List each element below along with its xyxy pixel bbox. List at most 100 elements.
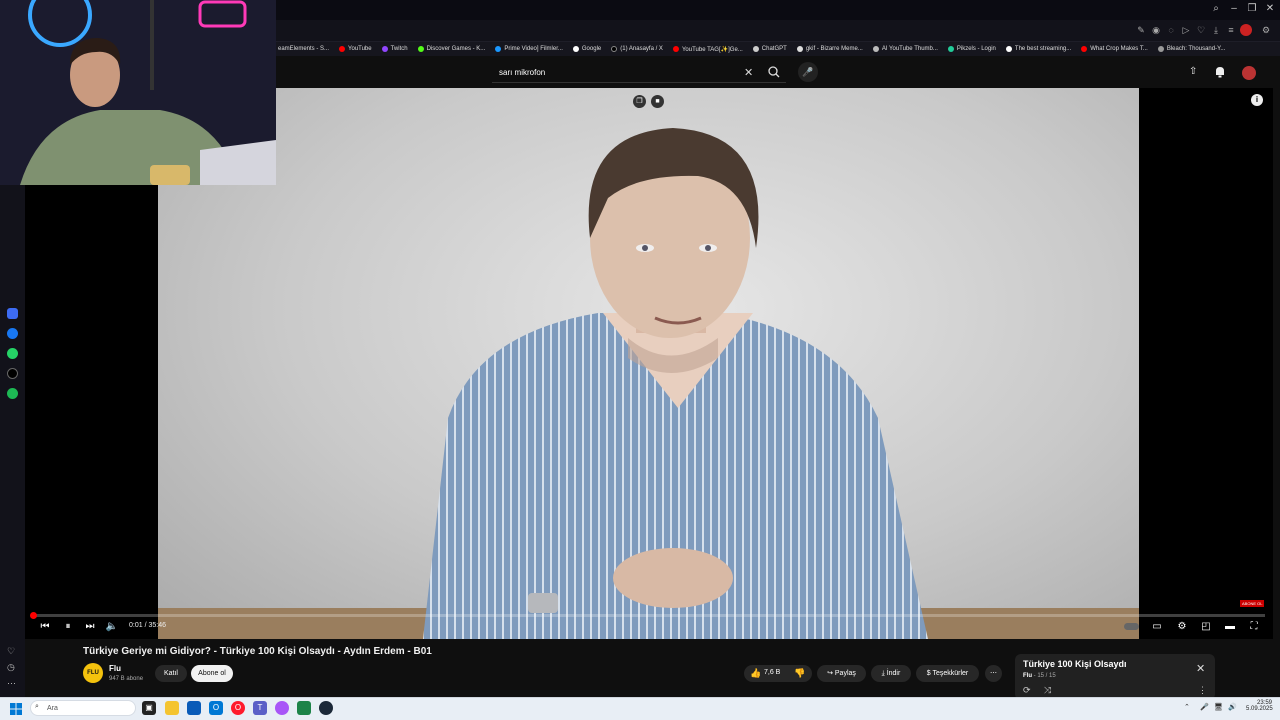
miniplayer-icon[interactable]: ◰	[1199, 620, 1213, 634]
download-label: İndir	[886, 670, 901, 677]
edit-icon[interactable]: ✎	[1135, 24, 1147, 36]
clock-date: 5.09.2025	[1246, 706, 1273, 712]
x-icon[interactable]	[7, 368, 18, 379]
previous-icon[interactable]: ⏮	[38, 620, 52, 634]
voice-search-icon[interactable]: 🎤	[798, 62, 818, 82]
volume-icon[interactable]: 🔈	[105, 620, 119, 634]
progress-bar[interactable]	[33, 614, 1265, 617]
windows-start-icon[interactable]	[10, 702, 22, 715]
bookmark-kick[interactable]: Discover Games - K...	[417, 46, 485, 52]
teams-icon[interactable]: T	[253, 701, 267, 715]
search-input[interactable]: sarı mikrofon	[492, 63, 786, 83]
upload-icon[interactable]: ⇧	[1189, 66, 1197, 77]
scrubber-handle[interactable]	[30, 612, 37, 619]
more-icon[interactable]: ⋯	[7, 678, 16, 689]
close-playlist-icon[interactable]: ✕	[1196, 662, 1205, 675]
join-button[interactable]: Katıl	[155, 665, 187, 682]
store-icon[interactable]	[187, 701, 201, 715]
playlist-menu-icon[interactable]: ⋮	[1198, 685, 1207, 696]
aria-icon[interactable]	[7, 308, 18, 319]
next-icon[interactable]: ⏭	[83, 620, 97, 634]
messenger-icon[interactable]	[7, 328, 18, 339]
search-icon[interactable]	[766, 64, 782, 80]
network-icon[interactable]: 🖥	[1214, 703, 1223, 711]
more-actions-icon[interactable]: ⋯	[985, 665, 1002, 682]
camera-icon[interactable]: ◉	[1150, 24, 1162, 36]
bookmark-x[interactable]: (1) Anasayfa / X	[611, 46, 663, 52]
copy-icon[interactable]: ❐	[633, 95, 646, 108]
spotify-icon[interactable]	[7, 388, 18, 399]
bookmark-ai-thumb[interactable]: AI YouTube Thumb...	[872, 46, 938, 52]
info-icon[interactable]: i	[1251, 94, 1263, 106]
settings-icon[interactable]: ⚙	[1175, 620, 1189, 634]
minimize-button[interactable]: –	[1226, 3, 1242, 14]
bookmark-twitch[interactable]: Twitch	[381, 46, 408, 52]
theater-mode-icon[interactable]: ▬	[1223, 620, 1237, 634]
pause-icon[interactable]: ⏸	[61, 620, 75, 634]
heart-icon[interactable]: ♡	[1195, 24, 1207, 36]
whatsapp-icon[interactable]	[7, 348, 18, 359]
file-explorer-icon[interactable]	[165, 701, 179, 715]
bookmark-streaming[interactable]: The best streaming...	[1005, 46, 1071, 52]
pikzels-icon	[947, 46, 954, 52]
clear-search-icon[interactable]: ✕	[744, 66, 753, 79]
app-icon[interactable]	[297, 701, 311, 715]
bookmark-label: Twitch	[390, 46, 408, 52]
thanks-button[interactable]: $ Teşekkürler	[916, 665, 979, 682]
like-icon[interactable]: 👍	[750, 668, 761, 679]
notifications-icon[interactable]	[1213, 65, 1227, 79]
profile-avatar[interactable]	[1240, 24, 1252, 36]
task-view-icon[interactable]: ▣	[142, 701, 156, 715]
bookmark-label: YouTube	[348, 46, 372, 52]
bookmark-pikzels[interactable]: Pikzels - Login	[947, 46, 996, 52]
tray-chevron-icon[interactable]: ⌃	[1184, 703, 1190, 711]
taskbar-search[interactable]: Ara	[30, 700, 136, 716]
copilot-icon[interactable]	[275, 701, 289, 715]
bookmark-chatgpt[interactable]: ChatGPT	[752, 46, 787, 52]
subscribe-badge[interactable]: ABONE OL	[1240, 600, 1265, 607]
subscribe-button[interactable]: Abone ol	[191, 665, 233, 682]
bookmark-streamelements[interactable]: eamElements - S...	[278, 46, 329, 52]
channel-avatar[interactable]: FLU	[83, 663, 103, 683]
bookmark-bleach[interactable]: Bleach: Thousand-Y...	[1157, 46, 1225, 52]
autoplay-toggle[interactable]	[1124, 623, 1139, 630]
outlook-icon[interactable]: O	[209, 701, 223, 715]
bookmark-prime-video[interactable]: Prime Video] Filmler...	[495, 46, 563, 52]
heart-icon[interactable]: ♡	[7, 646, 15, 657]
video-camera-icon[interactable]: ■	[651, 95, 664, 108]
history-icon[interactable]: ◷	[7, 662, 15, 673]
steam-icon[interactable]	[319, 701, 333, 715]
speaker-icon[interactable]: 🔊	[1228, 703, 1237, 711]
account-avatar[interactable]	[1242, 66, 1256, 80]
maximize-button[interactable]: ❐	[1244, 3, 1260, 14]
channel-name[interactable]: Flu	[109, 664, 121, 673]
video-frame[interactable]	[158, 88, 1139, 639]
bookmark-crop[interactable]: What Crop Makes T...	[1081, 46, 1148, 52]
dislike-icon[interactable]: 👎	[794, 668, 805, 679]
menu-icon[interactable]: ≡	[1225, 24, 1237, 36]
like-count[interactable]: 7,6 B	[764, 669, 780, 676]
microphone-icon[interactable]: 🎤	[1200, 703, 1209, 711]
subtitles-icon[interactable]: ▭	[1150, 620, 1164, 634]
play-icon[interactable]: ▷	[1180, 24, 1192, 36]
loop-icon[interactable]: ⟳	[1023, 685, 1031, 696]
gif-icon	[796, 46, 803, 52]
extension-icon[interactable]: ◌	[1165, 24, 1177, 36]
fullscreen-icon[interactable]: ⛶	[1247, 620, 1261, 634]
kick-icon	[417, 46, 424, 52]
share-button[interactable]: ↪ Paylaş	[817, 665, 866, 682]
opera-icon[interactable]: O	[231, 701, 245, 715]
download-icon[interactable]: ⤓	[1210, 24, 1222, 36]
bookmark-youtube[interactable]: YouTube	[339, 46, 372, 52]
webcam-image	[0, 0, 276, 185]
search-tabs-icon[interactable]: ⌕	[1208, 3, 1224, 14]
playlist-title[interactable]: Türkiye 100 Kişi Olsaydı	[1023, 659, 1127, 669]
clock[interactable]: 23:59 5.09.2025	[1246, 700, 1273, 712]
download-button[interactable]: ⤓ İndir	[871, 665, 911, 682]
close-window-button[interactable]: ✕	[1262, 3, 1278, 14]
bookmark-gkif[interactable]: gkif - Bizarre Meme...	[796, 46, 863, 52]
bookmark-google[interactable]: Google	[572, 46, 601, 52]
bookmark-youtube-tag[interactable]: YouTube TAG[✨]Ge...	[672, 46, 743, 53]
shuffle-icon[interactable]: ⤨	[1044, 685, 1051, 696]
settings-icon[interactable]: ⚙	[1260, 24, 1272, 36]
